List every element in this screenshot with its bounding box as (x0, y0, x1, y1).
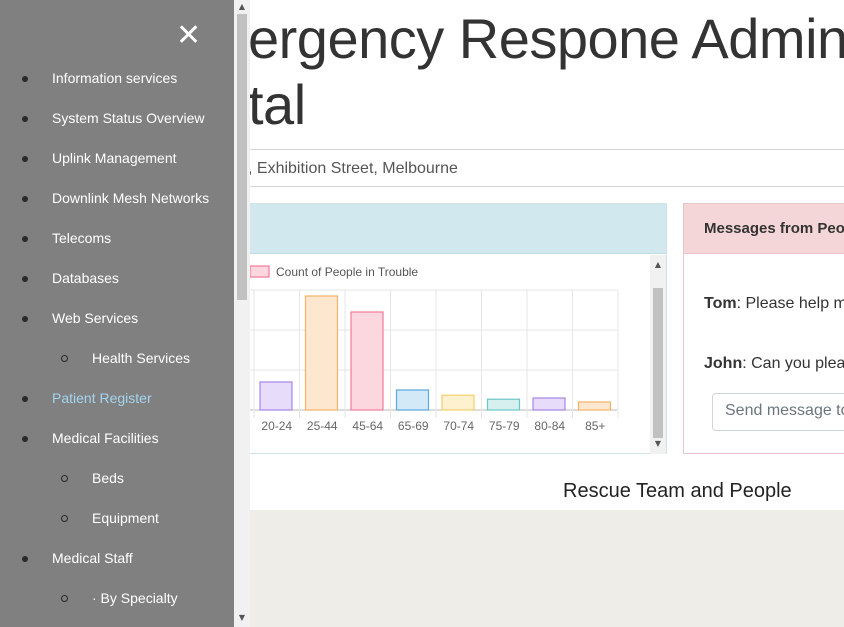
chart-scrollbar[interactable]: ▲ ▼ (650, 255, 666, 454)
bar-75-79 (486, 398, 521, 411)
message-text: : Can you please (742, 355, 844, 372)
sidebar-item-databases[interactable]: Databases (52, 270, 119, 286)
message-text: : Please help me (736, 295, 844, 312)
bullet-icon (22, 236, 28, 242)
bullet-icon (61, 595, 68, 602)
scroll-down-arrow-icon[interactable]: ▼ (234, 611, 250, 625)
people-in-trouble-chart: Count of People in Trouble 20-24 25-44 45-6… (248, 265, 619, 433)
chart-scroll-thumb[interactable] (653, 288, 663, 438)
message-item: Tom: Please help me (704, 295, 844, 313)
chart-card: Count of People in Trouble 20-24 25-44 45-6… (248, 203, 667, 454)
bar-25-44 (304, 295, 339, 411)
bullet-icon (22, 556, 28, 562)
bullet-icon (61, 515, 68, 522)
bullet-icon (22, 76, 28, 82)
bullet-icon (61, 355, 68, 362)
tick-label: 75-79 (489, 419, 520, 433)
sidebar-scroll-thumb[interactable] (237, 14, 247, 300)
map-area[interactable] (248, 510, 844, 627)
bullet-icon (22, 436, 28, 442)
bar-45-64 (350, 311, 384, 411)
close-icon[interactable]: ✕ (176, 21, 201, 51)
tick-label: 70-74 (443, 419, 474, 433)
bullet-icon (22, 276, 28, 282)
bullet-icon (22, 156, 28, 162)
sidebar-item-health-services[interactable]: Health Services (92, 350, 190, 366)
bullet-icon (61, 475, 68, 482)
rescue-heading: Rescue Team and People (563, 480, 792, 502)
bar-80-84 (532, 397, 566, 411)
bar-70-74 (441, 394, 475, 411)
sidebar-item-web-services[interactable]: Web Services (52, 310, 138, 326)
messages-header: Messages from People (684, 204, 844, 254)
tick-label: 20-24 (261, 419, 292, 433)
legend-label: Count of People in Trouble (276, 265, 418, 279)
sidebar-item-telecoms[interactable]: Telecoms (52, 230, 111, 246)
page-title-line-1: ergency Respone Admin (248, 7, 844, 70)
scroll-down-arrow-icon[interactable]: ▼ (650, 437, 666, 451)
sidebar-item-by-specialty[interactable]: · By Specialty (92, 590, 178, 606)
chart-card-header (248, 204, 666, 254)
bullet-icon (22, 396, 28, 402)
sidebar-item-beds[interactable]: Beds (92, 470, 124, 486)
tick-label: 80-84 (534, 419, 565, 433)
scroll-up-arrow-icon[interactable]: ▲ (650, 258, 666, 272)
message-sender: Tom (704, 295, 737, 312)
tick-label: 65-69 (398, 419, 429, 433)
message-sender: John (704, 355, 743, 372)
bullet-icon (22, 196, 28, 202)
location-text: , Exhibition Street, Melbourne (248, 149, 844, 187)
message-item: John: Can you please (704, 355, 844, 373)
tick-label: 25-44 (307, 419, 338, 433)
bullet-icon (22, 116, 28, 122)
send-message-input[interactable]: Send message to (712, 393, 844, 431)
sidebar-item-equipment[interactable]: Equipment (92, 510, 159, 526)
messages-card: Messages from People Tom: Please help me… (683, 203, 844, 454)
bar-65-69 (395, 389, 430, 411)
sidebar-item-system-status-overview[interactable]: System Status Overview (52, 110, 205, 126)
bullet-icon (22, 316, 28, 322)
legend-swatch (249, 265, 270, 278)
tick-label: 45-64 (352, 419, 383, 433)
page-title: ergency Respone Admin tal (248, 6, 844, 138)
tick-label: 85+ (585, 419, 605, 433)
sidebar-item-information-services[interactable]: Information services (52, 70, 177, 86)
scroll-up-arrow-icon[interactable]: ▲ (234, 0, 250, 14)
sidebar-scrollbar[interactable]: ▲ ▼ (234, 0, 250, 627)
sidebar-item-patient-register[interactable]: Patient Register (52, 390, 152, 406)
page-title-line-2: tal (248, 73, 306, 136)
sidebar-item-uplink-management[interactable]: Uplink Management (52, 150, 177, 166)
bar-20-24 (259, 381, 293, 411)
sidebar: ✕ Information services System Status Over… (0, 0, 234, 627)
sidebar-item-medical-staff[interactable]: Medical Staff (52, 550, 133, 566)
sidebar-item-downlink-mesh-networks[interactable]: Downlink Mesh Networks (52, 190, 209, 206)
bar-85+ (577, 401, 612, 411)
sidebar-item-medical-facilities[interactable]: Medical Facilities (52, 430, 159, 446)
